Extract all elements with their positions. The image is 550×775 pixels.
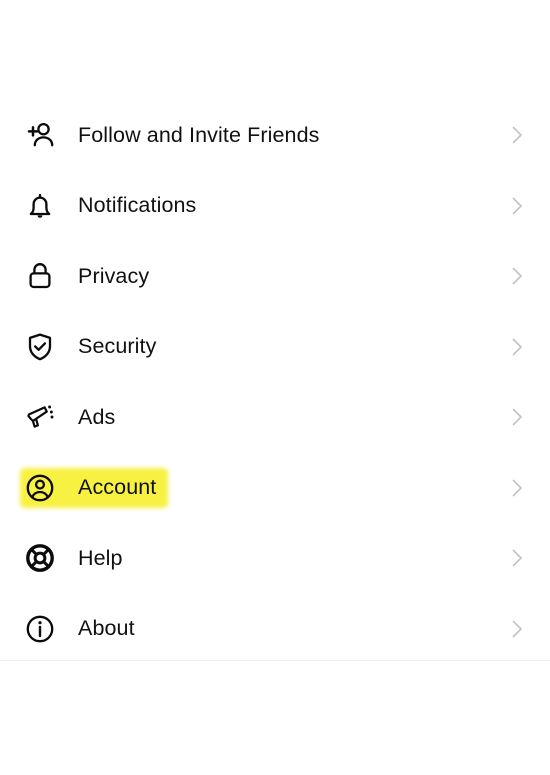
chevron-right-icon[interactable] <box>506 265 528 287</box>
shield-check-icon <box>22 329 58 365</box>
settings-row-about[interactable]: About <box>0 594 550 665</box>
settings-row-label: Help <box>78 545 123 570</box>
lifebuoy-icon <box>22 540 58 576</box>
chevron-right-icon[interactable] <box>506 618 528 640</box>
chevron-right-icon[interactable] <box>506 336 528 358</box>
settings-row-follow-and-invite-friends[interactable]: Follow and Invite Friends <box>0 100 550 171</box>
chevron-right-icon[interactable] <box>506 477 528 499</box>
chevron-right-icon[interactable] <box>506 124 528 146</box>
chevron-right-icon[interactable] <box>506 547 528 569</box>
settings-row-notifications[interactable]: Notifications <box>0 171 550 242</box>
chevron-right-icon[interactable] <box>506 195 528 217</box>
info-circle-icon <box>22 611 58 647</box>
settings-row-label: Account <box>78 475 157 499</box>
chevron-right-icon[interactable] <box>506 406 528 428</box>
settings-row-label: Ads <box>78 404 116 429</box>
person-add-icon <box>22 117 58 153</box>
settings-row-label: Notifications <box>78 193 197 217</box>
megaphone-icon <box>22 399 58 435</box>
settings-row-label: Follow and Invite Friends <box>78 122 320 147</box>
settings-list: Follow and Invite Friends Notifications <box>0 100 550 664</box>
settings-row-privacy[interactable]: Privacy <box>0 241 550 312</box>
settings-row-help[interactable]: Help <box>0 523 550 594</box>
settings-row-account[interactable]: Account <box>0 453 550 524</box>
settings-screen: Follow and Invite Friends Notifications <box>0 0 550 775</box>
settings-row-label: About <box>78 616 135 640</box>
settings-row-label: Security <box>78 334 157 358</box>
user-circle-icon <box>22 470 58 506</box>
settings-row-ads[interactable]: Ads <box>0 382 550 453</box>
list-bottom-divider <box>0 660 550 661</box>
lock-icon <box>22 258 58 294</box>
settings-row-label: Privacy <box>78 263 150 288</box>
settings-row-security[interactable]: Security <box>0 312 550 383</box>
bell-icon <box>22 188 58 224</box>
